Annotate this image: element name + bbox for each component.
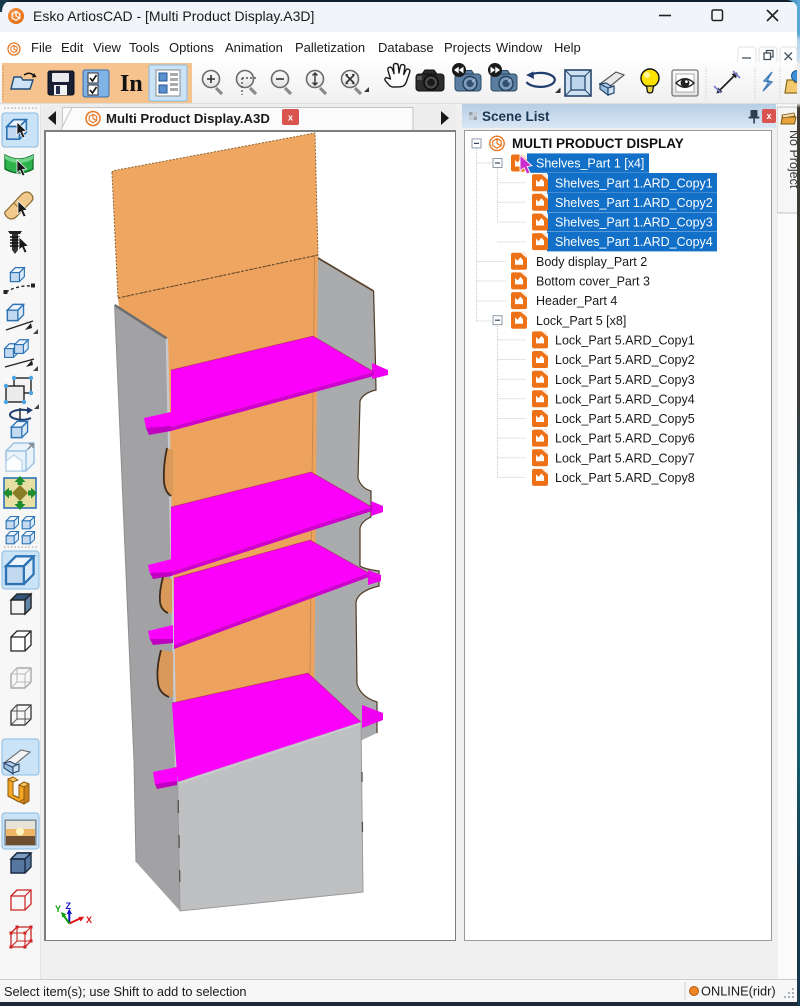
svg-text:Scene List: Scene List — [482, 109, 550, 124]
svg-text:MULTI PRODUCT DISPLAY: MULTI PRODUCT DISPLAY — [512, 136, 684, 151]
svg-text:Shelves_Part 1.ARD_Copy2: Shelves_Part 1.ARD_Copy2 — [555, 196, 713, 210]
svg-text:Lock_Part 5.ARD_Copy6: Lock_Part 5.ARD_Copy6 — [555, 432, 695, 446]
svg-text:Lock_Part 5.ARD_Copy1: Lock_Part 5.ARD_Copy1 — [555, 334, 695, 348]
svg-text:Y: Y — [55, 904, 61, 914]
svg-text:Shelves_Part 1.ARD_Copy4: Shelves_Part 1.ARD_Copy4 — [555, 235, 713, 249]
svg-text:In: In — [120, 71, 143, 97]
svg-text:Z: Z — [66, 901, 72, 911]
svg-text:x: x — [766, 111, 771, 121]
svg-text:Shelves_Part 1.ARD_Copy1: Shelves_Part 1.ARD_Copy1 — [555, 176, 713, 190]
svg-text:Lock_Part 5.ARD_Copy5: Lock_Part 5.ARD_Copy5 — [555, 412, 695, 426]
svg-text:Shelves_Part 1.ARD_Copy3: Shelves_Part 1.ARD_Copy3 — [555, 216, 713, 230]
svg-text:x: x — [288, 113, 293, 123]
svg-text:Lock_Part 5 [x8]: Lock_Part 5 [x8] — [536, 314, 626, 328]
svg-text:Shelves_Part 1 [x4]: Shelves_Part 1 [x4] — [536, 157, 644, 171]
svg-text:Lock_Part 5.ARD_Copy8: Lock_Part 5.ARD_Copy8 — [555, 471, 695, 485]
svg-text:Header_Part 4: Header_Part 4 — [536, 294, 617, 308]
svg-text:ONLINE(ridr): ONLINE(ridr) — [701, 984, 776, 999]
svg-text:Multi Product Display.A3D: Multi Product Display.A3D — [106, 111, 270, 126]
svg-text:X: X — [86, 915, 92, 925]
svg-text:Lock_Part 5.ARD_Copy4: Lock_Part 5.ARD_Copy4 — [555, 392, 695, 406]
svg-text:Lock_Part 5.ARD_Copy3: Lock_Part 5.ARD_Copy3 — [555, 373, 695, 387]
svg-text:Lock_Part 5.ARD_Copy7: Lock_Part 5.ARD_Copy7 — [555, 451, 695, 465]
svg-text:Bottom cover_Part 3: Bottom cover_Part 3 — [536, 275, 650, 289]
svg-text:Lock_Part 5.ARD_Copy2: Lock_Part 5.ARD_Copy2 — [555, 353, 695, 367]
svg-text:Body display_Part 2: Body display_Part 2 — [536, 255, 647, 269]
